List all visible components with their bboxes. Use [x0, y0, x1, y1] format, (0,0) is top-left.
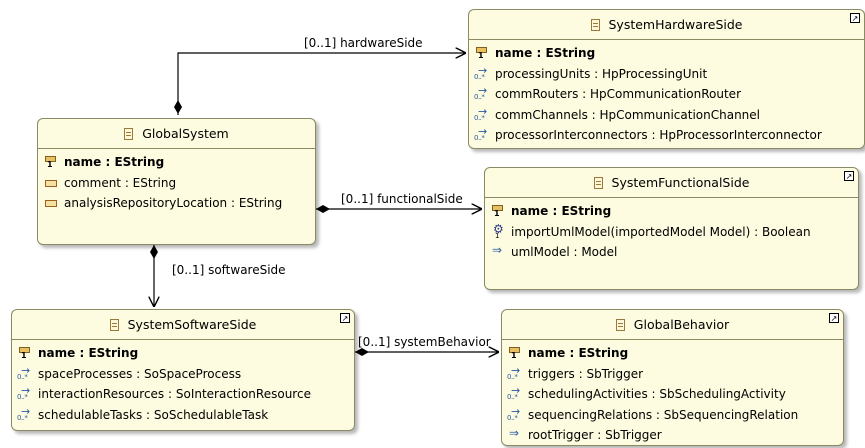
feature-row[interactable]: name : EString — [485, 201, 858, 222]
reference-many-icon — [507, 405, 523, 422]
feature-text: schedulingActivities : SbSchedulingActiv… — [528, 387, 786, 402]
operation-icon — [490, 222, 506, 240]
feature-text: schedulableTasks : SoSchedulableTask — [38, 407, 269, 422]
feature-text: interactionResources : SoInteractionReso… — [38, 387, 311, 402]
feature-text: umlModel : Model — [511, 245, 618, 260]
feature-row[interactable]: comment : EString — [38, 173, 315, 194]
eclass-icon — [593, 176, 603, 189]
feature-text: name : EString — [495, 46, 596, 61]
feature-row[interactable]: spaceProcesses : SoSpaceProcess — [12, 364, 354, 385]
feature-row[interactable]: processingUnits : HpProcessingUnit — [469, 64, 864, 85]
reference-many-icon — [474, 84, 490, 101]
feature-row[interactable]: interactionResources : SoInteractionReso… — [12, 384, 354, 405]
class-system-hardware-side[interactable]: SystemHardwareSide ↗ name : EString proce… — [468, 9, 865, 149]
reference-many-icon — [474, 105, 490, 122]
feature-row[interactable]: schedulableTasks : SoSchedulableTask — [12, 405, 354, 426]
composition-diamond-behavior — [355, 348, 369, 356]
attribute-icon — [43, 196, 59, 210]
class-system-software-side[interactable]: SystemSoftwareSide ↗ name : EString space… — [11, 309, 355, 431]
class-name: SystemHardwareSide — [608, 17, 743, 32]
key-icon — [474, 46, 490, 60]
attribute-icon — [43, 176, 59, 190]
key-icon — [43, 155, 59, 169]
reference-icon — [507, 426, 523, 442]
feature-row[interactable]: commChannels : HpCommunicationChannel — [469, 105, 864, 126]
feature-row[interactable]: rootTrigger : SbTrigger — [502, 425, 843, 445]
edge-label-hardware-side: [0..1] hardwareSide — [304, 36, 423, 50]
feature-row[interactable]: processorInterconnectors : HpProcessorIn… — [469, 125, 864, 146]
edge-label-functional-side: [0..1] functionalSide — [341, 192, 463, 206]
reference-many-icon — [507, 384, 523, 401]
feature-row[interactable]: name : EString — [502, 343, 843, 364]
edge-label-software-side: [0..1] softwareSide — [172, 263, 286, 277]
feature-text: spaceProcesses : SoSpaceProcess — [38, 366, 242, 381]
expand-icon[interactable]: ↗ — [340, 313, 350, 323]
feature-text: name : EString — [511, 204, 612, 219]
class-features: name : EString processingUnits : HpProces… — [469, 40, 864, 146]
feature-text: processorInterconnectors : HpProcessorIn… — [495, 128, 822, 143]
feature-row[interactable]: triggers : SbTrigger — [502, 364, 843, 385]
class-name: SystemSoftwareSide — [127, 317, 257, 332]
feature-row[interactable]: name : EString — [469, 43, 864, 64]
key-icon — [507, 346, 523, 360]
feature-row[interactable]: commRouters : HpCommunicationRouter — [469, 84, 864, 105]
class-features: name : EString spaceProcesses : SoSpacePr… — [12, 340, 354, 425]
edge-label-system-behavior: [0..1] systemBehavior — [358, 335, 491, 349]
expand-icon[interactable]: ↗ — [844, 171, 854, 181]
key-icon — [17, 346, 33, 360]
class-features: name : EString importUmlModel(importedMod… — [485, 198, 858, 263]
reference-many-icon — [507, 364, 523, 381]
reference-many-icon — [17, 384, 33, 401]
feature-text: name : EString — [38, 346, 139, 361]
feature-text: comment : EString — [64, 175, 177, 190]
feature-text: commRouters : HpCommunicationRouter — [495, 87, 741, 102]
feature-row[interactable]: name : EString — [12, 343, 354, 364]
feature-row[interactable]: analysisRepositoryLocation : EString — [38, 193, 315, 214]
expand-icon[interactable]: ↗ — [850, 13, 860, 23]
expand-icon[interactable]: ↗ — [829, 313, 839, 323]
feature-text: processingUnits : HpProcessingUnit — [495, 66, 708, 81]
class-global-behavior[interactable]: GlobalBehavior ↗ name : EString triggers … — [501, 309, 844, 446]
feature-row[interactable]: umlModel : Model — [485, 242, 858, 263]
feature-text: rootTrigger : SbTrigger — [528, 428, 662, 443]
feature-row[interactable]: schedulingActivities : SbSchedulingActiv… — [502, 384, 843, 405]
feature-text: triggers : SbTrigger — [528, 366, 644, 381]
composition-diamond-functional — [316, 205, 330, 213]
reference-icon — [490, 243, 506, 259]
reference-many-icon — [17, 405, 33, 422]
class-global-system[interactable]: GlobalSystem name : EString comment : ESt… — [37, 118, 316, 245]
feature-text: analysisRepositoryLocation : EString — [64, 196, 283, 211]
class-system-functional-side[interactable]: SystemFunctionalSide ↗ name : EString imp… — [484, 167, 859, 290]
class-name: SystemFunctionalSide — [611, 175, 750, 190]
feature-text: commChannels : HpCommunicationChannel — [495, 107, 760, 122]
composition-diamond-software — [150, 245, 158, 259]
eclass-icon — [109, 318, 119, 331]
feature-text: name : EString — [528, 346, 629, 361]
feature-row[interactable]: name : EString — [38, 152, 315, 173]
feature-row[interactable]: sequencingRelations : SbSequencingRelati… — [502, 405, 843, 426]
eclass-icon — [124, 127, 134, 140]
class-features: name : EString comment : EString analysisR… — [38, 149, 315, 214]
feature-row[interactable]: importUmlModel(importedModel Model) : Bo… — [485, 222, 858, 243]
feature-text: name : EString — [64, 155, 165, 170]
edge-hardware-line[interactable] — [177, 53, 465, 115]
feature-text: importUmlModel(importedModel Model) : Bo… — [511, 224, 811, 239]
reference-many-icon — [474, 64, 490, 81]
key-icon — [490, 204, 506, 218]
class-name: GlobalBehavior — [633, 317, 730, 332]
eclass-icon — [615, 318, 625, 331]
reference-many-icon — [474, 125, 490, 142]
class-name: GlobalSystem — [142, 126, 229, 141]
composition-diamond-hardware — [174, 100, 182, 114]
reference-many-icon — [17, 364, 33, 381]
feature-text: sequencingRelations : SbSequencingRelati… — [528, 407, 799, 422]
class-features: name : EString triggers : SbTrigger schedu… — [502, 340, 843, 445]
eclass-icon — [590, 18, 600, 31]
